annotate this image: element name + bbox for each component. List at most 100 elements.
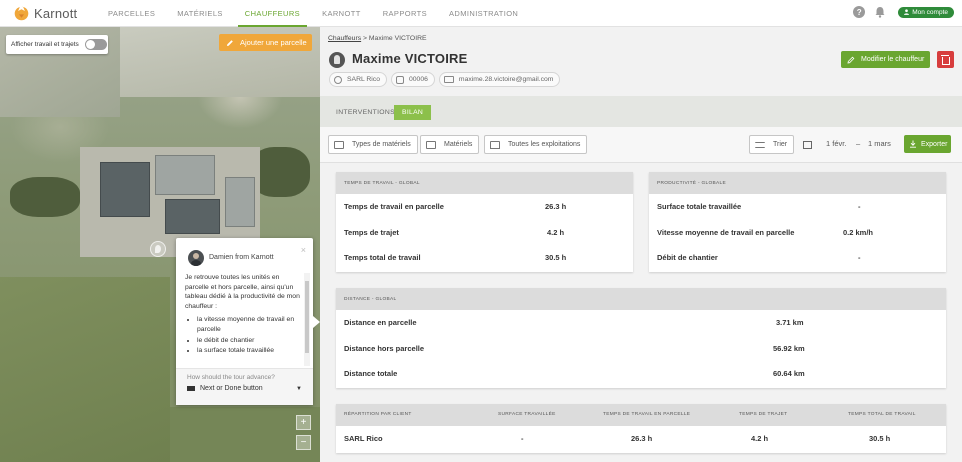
edit-driver-button[interactable]: Modifier le chauffeur	[841, 51, 930, 68]
export-label: Exporter	[921, 140, 948, 148]
tour-advance-select[interactable]: Next or Done button ▼	[187, 385, 302, 392]
tractor-icon	[334, 140, 344, 149]
client-breakdown-table: RÉPARTITION PAR CLIENT SURFACE TRAVAILLÉ…	[336, 404, 946, 453]
stat-label: Temps de trajet	[344, 227, 399, 237]
driver-info-chips: SARL Rico 00006 maxime.28.victoire@gmail…	[329, 72, 564, 87]
nav-parcelles[interactable]: PARCELLES	[101, 0, 162, 27]
table-cell: 30.5 h	[869, 434, 891, 444]
stat-value: 26.3 h	[545, 202, 567, 212]
karnott-logo[interactable]: Karnott	[13, 5, 101, 22]
scrollbar-thumb[interactable]	[305, 281, 309, 353]
nav-administration[interactable]: ADMINISTRATION	[442, 0, 525, 27]
email-chip[interactable]: maxime.28.victoire@gmail.com	[438, 72, 561, 87]
stat-row: Distance en parcelle 3.71 km	[336, 310, 946, 336]
tour-scrollbar[interactable]	[304, 273, 310, 366]
nav-materiels[interactable]: MATÉRIELS	[170, 0, 230, 27]
stat-row: Temps de travail en parcelle 26.3 h	[336, 194, 633, 220]
stat-row: Temps de trajet 4.2 h	[336, 220, 633, 246]
avatar	[188, 249, 204, 266]
keyboard-icon	[187, 386, 195, 391]
productivity-card: PRODUCTIVITÉ - GLOBALE Surface totale tr…	[649, 172, 946, 272]
stat-row: Surface totale travaillée -	[649, 194, 946, 220]
stat-row: Distance totale 60.64 km	[336, 361, 946, 387]
stat-value: 4.2 h	[547, 227, 565, 237]
stat-value: 30.5 h	[545, 253, 567, 263]
user-icon	[904, 9, 910, 15]
pencil-icon	[847, 56, 855, 64]
edit-driver-label: Modifier le chauffeur	[861, 56, 925, 63]
column-header: SURFACE TRAVAILLÉE	[498, 412, 556, 417]
stat-value: 0.2 km/h	[843, 227, 874, 237]
stat-row: Débit de chantier -	[649, 245, 946, 271]
nav-rapports[interactable]: RAPPORTS	[376, 0, 434, 27]
table-cell: 4.2 h	[751, 434, 769, 444]
tour-bullet: la surface totale travaillée	[197, 346, 303, 356]
main-nav: PARCELLES MATÉRIELS CHAUFFEURS KARNOTT R…	[101, 0, 533, 27]
calendar-icon[interactable]	[803, 141, 812, 149]
badge-icon	[396, 75, 404, 84]
code-chip: 00006	[391, 72, 435, 87]
map-building	[155, 155, 215, 195]
nav-karnott[interactable]: KARNOTT	[315, 0, 368, 27]
date-to[interactable]: 1 mars	[868, 139, 891, 148]
top-right-actions: ? Mon compte	[853, 6, 954, 18]
client-name: SARL Rico	[344, 434, 383, 444]
stat-label: Temps de travail en parcelle	[344, 202, 444, 212]
equipment-type-filter[interactable]: Types de matériels	[328, 135, 418, 154]
toggle-switch[interactable]	[84, 39, 107, 50]
company-name: SARL Rico	[347, 76, 380, 83]
table-row: SARL Rico - 26.3 h 4.2 h 30.5 h	[336, 426, 946, 452]
add-parcel-label: Ajouter une parcelle	[240, 38, 307, 47]
tour-bullet: le débit de chantier	[197, 336, 303, 346]
column-header: TEMPS TOTAL DE TRAVAIL	[848, 412, 916, 417]
nav-chauffeurs[interactable]: CHAUFFEURS	[237, 0, 308, 27]
show-work-toggle[interactable]: Afficher travail et trajets	[6, 35, 108, 54]
sort-label: Trier	[773, 141, 788, 148]
stat-value: -	[858, 253, 861, 263]
top-navigation-bar: Karnott PARCELLES MATÉRIELS CHAUFFEURS K…	[0, 0, 962, 27]
stat-value: 56.92 km	[773, 343, 805, 353]
close-icon[interactable]: ×	[301, 245, 306, 255]
driver-avatar-icon	[329, 52, 345, 68]
sort-icon	[755, 141, 765, 148]
logo-text: Karnott	[34, 5, 78, 21]
date-from[interactable]: 1 févr.	[826, 139, 846, 148]
breadcrumb-separator: >	[363, 35, 367, 42]
pencil-icon	[227, 39, 233, 46]
equipment-label: Matériels	[444, 141, 473, 148]
driver-email: maxime.28.victoire@gmail.com	[458, 76, 554, 83]
map-field	[0, 277, 170, 462]
tour-intro: Je retrouve toutes les unités en parcell…	[185, 274, 300, 310]
account-button[interactable]: Mon compte	[898, 6, 954, 18]
breadcrumb-drivers-link[interactable]: Chauffeurs	[328, 35, 361, 42]
stat-label: Surface totale travaillée	[657, 202, 742, 212]
zoom-in-button[interactable]: +	[296, 415, 311, 430]
stat-row: Distance hors parcelle 56.92 km	[336, 336, 946, 362]
tab-interventions[interactable]: INTERVENTIONS	[328, 105, 403, 120]
equipment-filter[interactable]: Matériels	[420, 135, 480, 154]
zoom-out-button[interactable]: −	[296, 435, 311, 450]
work-time-card: TEMPS DE TRAVAIL - GLOBAL Temps de trava…	[336, 172, 633, 272]
help-icon[interactable]: ?	[853, 6, 866, 18]
stat-value: 3.71 km	[776, 318, 804, 328]
company-icon	[334, 75, 342, 84]
account-label: Mon compte	[912, 8, 948, 16]
work-time-header: TEMPS DE TRAVAIL - GLOBAL	[336, 172, 633, 194]
stat-label: Débit de chantier	[657, 253, 718, 263]
tab-bilan[interactable]: BILAN	[394, 105, 432, 120]
sort-button[interactable]: Trier	[749, 135, 795, 154]
delete-driver-button[interactable]	[937, 51, 954, 68]
breadcrumb: Chauffeurs > Maxime VICTOIRE	[328, 35, 427, 42]
farm-filter[interactable]: Toutes les exploitations	[484, 135, 588, 154]
map-marker-icon[interactable]	[150, 241, 166, 257]
stat-value: -	[858, 202, 861, 212]
notification-bell-icon[interactable]	[874, 6, 886, 18]
subtabs: INTERVENTIONS BILAN	[320, 96, 962, 127]
date-separator: –	[856, 139, 861, 148]
tour-advance-question: How should the tour advance?	[187, 374, 275, 381]
export-button[interactable]: Exporter	[904, 135, 951, 153]
tour-bullets: la vitesse moyenne de travail en parcell…	[185, 315, 303, 355]
driver-code: 00006	[409, 76, 428, 83]
add-parcel-button[interactable]: Ajouter une parcelle	[219, 34, 312, 51]
column-header: TEMPS DE TRAJET	[739, 412, 788, 417]
